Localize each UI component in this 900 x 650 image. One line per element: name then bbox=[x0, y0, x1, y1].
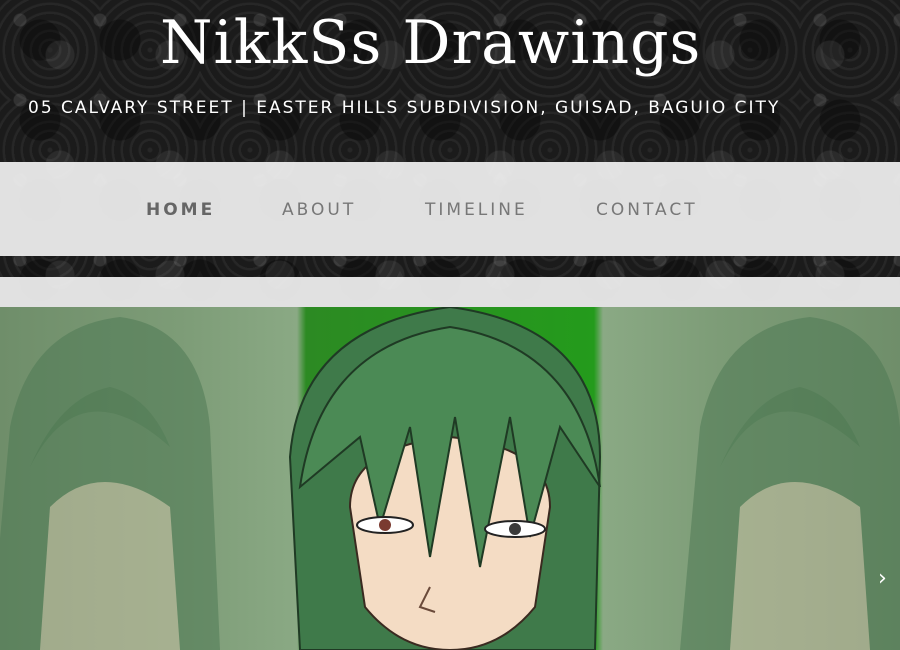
site-header: NikkSs Drawings 05 CALVARY STREET | EAST… bbox=[0, 0, 900, 162]
slider-next-arrow[interactable]: › bbox=[878, 566, 887, 591]
nav-item-timeline[interactable]: TIMELINE bbox=[425, 200, 528, 220]
site-title[interactable]: NikkSs Drawings bbox=[160, 8, 701, 78]
main-nav: HOME ABOUT TIMELINE CONTACT bbox=[0, 162, 900, 256]
site-address: 05 CALVARY STREET | EASTER HILLS SUBDIVI… bbox=[28, 98, 781, 118]
image-slider[interactable]: › bbox=[0, 307, 900, 650]
nav-item-about[interactable]: ABOUT bbox=[282, 200, 356, 220]
content-top-bar bbox=[0, 277, 900, 307]
slide-preview-right bbox=[680, 317, 900, 650]
nav-item-contact[interactable]: CONTACT bbox=[596, 200, 698, 220]
nav-item-home[interactable]: HOME bbox=[146, 200, 215, 220]
slide-preview-left bbox=[0, 317, 220, 650]
character-drawing bbox=[288, 307, 602, 650]
